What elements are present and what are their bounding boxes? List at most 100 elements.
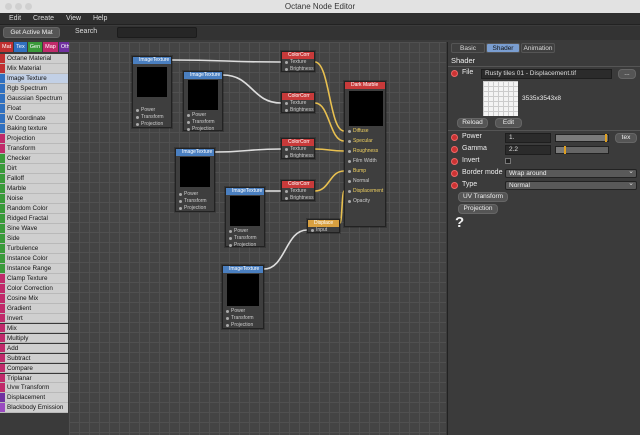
help-icon[interactable]: ?	[455, 214, 464, 231]
node-pin[interactable]: Diffuse	[345, 128, 385, 138]
node-pin[interactable]: Texture	[282, 59, 314, 66]
type-animate-radio[interactable]	[451, 182, 458, 189]
border-mode-animate-radio[interactable]	[451, 170, 458, 177]
tab-animation[interactable]: Animation	[521, 43, 555, 53]
edit-button[interactable]: Edit	[495, 118, 522, 128]
node-list-item[interactable]: Mix	[0, 323, 68, 334]
node-title[interactable]: ImageTexture	[133, 57, 171, 64]
node-list-item[interactable]: W Coordinate	[0, 113, 68, 124]
node-list-item[interactable]: Invert	[0, 313, 68, 324]
node-cc-2[interactable]: ColorCorr Texture Brightness	[281, 92, 315, 113]
node-list-item[interactable]: Noise	[0, 193, 68, 204]
node-title[interactable]: ImageTexture	[226, 188, 264, 195]
node-cc-3[interactable]: ColorCorr Texture Brightness	[281, 138, 315, 159]
node-cc-1[interactable]: ColorCorr Texture Brightness	[281, 51, 315, 72]
minimize-window-icon[interactable]	[15, 3, 22, 10]
node-pin[interactable]: Transform	[176, 198, 214, 205]
node-list-item[interactable]: Random Color	[0, 203, 68, 214]
node-list-item[interactable]: Add	[0, 343, 68, 354]
node-list-item[interactable]: Instance Range	[0, 263, 68, 274]
node-list-item[interactable]: Displacement	[0, 393, 68, 404]
node-pin[interactable]: Power	[184, 112, 222, 119]
node-pin[interactable]: Roughness	[345, 148, 385, 158]
node-pin[interactable]: Bump	[345, 168, 385, 178]
node-list-item[interactable]: Clamp Texture	[0, 273, 68, 284]
node-list-item[interactable]: Float	[0, 103, 68, 114]
node-title[interactable]: Dark Marble	[345, 82, 385, 89]
node-title[interactable]: ImageTexture	[223, 266, 263, 273]
node-list-item[interactable]: Mix Material	[0, 63, 68, 74]
node-pin[interactable]: Power	[226, 228, 264, 235]
node-list-item[interactable]: Sine Wave	[0, 223, 68, 234]
node-pin[interactable]: Texture	[282, 188, 314, 195]
connection-wire[interactable]	[222, 74, 282, 104]
node-pin[interactable]: Projection	[133, 121, 171, 128]
category-tab-mat[interactable]: Mat	[0, 42, 14, 52]
node-pin[interactable]: Brightness	[282, 66, 314, 73]
node-pin[interactable]: Power	[133, 107, 171, 114]
node-list-item[interactable]: Baking texture	[0, 123, 68, 134]
node-pin[interactable]: Power	[176, 191, 214, 198]
node-imgtex-1[interactable]: ImageTexture Power Transform Projection	[132, 56, 172, 128]
node-pin[interactable]: Brightness	[282, 107, 314, 114]
node-list-item[interactable]: Subtract	[0, 353, 68, 364]
node-pin[interactable]: Projection	[223, 322, 263, 329]
node-list-item[interactable]: Multiply	[0, 333, 68, 344]
browse-file-button[interactable]: ...	[618, 69, 636, 79]
border-mode-dropdown[interactable]: Wrap around	[505, 168, 637, 178]
menu-create[interactable]: Create	[28, 13, 59, 25]
node-pin[interactable]: Power	[223, 308, 263, 315]
node-cc-4[interactable]: ColorCorr Texture Brightness	[281, 180, 315, 201]
node-pin[interactable]: Transform	[133, 114, 171, 121]
node-pin[interactable]: Film Width	[345, 158, 385, 168]
power-value-field[interactable]: 1.	[505, 133, 551, 143]
power-slider-handle[interactable]	[605, 134, 608, 142]
menu-help[interactable]: Help	[88, 13, 112, 25]
node-list-item[interactable]: Transform	[0, 143, 68, 154]
invert-checkbox[interactable]	[505, 158, 511, 164]
category-tab-gen[interactable]: Gen	[27, 42, 43, 52]
node-pin[interactable]: Texture	[282, 100, 314, 107]
node-imgtex-4[interactable]: ImageTexture Power Transform Projection	[225, 187, 265, 249]
gamma-value-field[interactable]: 2.2	[505, 145, 551, 155]
node-disp[interactable]: Displace Input	[307, 219, 340, 233]
type-dropdown[interactable]: Normal	[505, 180, 637, 190]
node-list-item[interactable]: Instance Color	[0, 253, 68, 264]
file-animate-radio[interactable]	[451, 70, 458, 77]
node-pin[interactable]: Projection	[176, 205, 214, 212]
node-pin[interactable]: Brightness	[282, 153, 314, 160]
invert-animate-radio[interactable]	[451, 158, 458, 165]
search-input[interactable]	[117, 27, 197, 38]
menu-view[interactable]: View	[61, 13, 86, 25]
node-pin[interactable]: Input	[308, 227, 339, 234]
node-title[interactable]: ColorCorr	[282, 52, 314, 59]
node-pin[interactable]: Projection	[226, 242, 264, 249]
tab-shader[interactable]: Shader	[486, 43, 520, 53]
node-pin[interactable]: Displacement	[345, 188, 385, 198]
node-pin[interactable]: Transform	[223, 315, 263, 322]
category-tab-map[interactable]: Map	[43, 42, 58, 52]
node-list-item[interactable]: Octane Material	[0, 54, 68, 64]
connection-wire[interactable]	[171, 59, 282, 63]
node-list-item[interactable]: Triplanar	[0, 373, 68, 384]
tab-basic[interactable]: Basic	[451, 43, 485, 53]
connection-wire[interactable]	[314, 148, 345, 152]
connection-wire[interactable]	[263, 229, 308, 270]
node-pin[interactable]: Projection	[184, 126, 222, 133]
node-pin[interactable]: Transform	[184, 119, 222, 126]
node-list-item[interactable]: Turbulence	[0, 243, 68, 254]
node-pin[interactable]: Texture	[282, 146, 314, 153]
uv-transform-button[interactable]: UV Transform	[458, 192, 508, 202]
node-pin[interactable]: Specular	[345, 138, 385, 148]
node-list-item[interactable]: Rgb Spectrum	[0, 83, 68, 94]
node-list-item[interactable]: Ridged Fractal	[0, 213, 68, 224]
node-list-item[interactable]: Gradient	[0, 303, 68, 314]
node-list-item[interactable]: Checker	[0, 153, 68, 164]
connection-wire[interactable]	[314, 102, 345, 142]
zoom-window-icon[interactable]	[25, 3, 32, 10]
node-title[interactable]: ColorCorr	[282, 139, 314, 146]
connection-wire[interactable]	[214, 148, 282, 153]
node-title[interactable]: ColorCorr	[282, 93, 314, 100]
connection-wire[interactable]	[314, 170, 345, 192]
reload-button[interactable]: Reload	[457, 118, 488, 128]
